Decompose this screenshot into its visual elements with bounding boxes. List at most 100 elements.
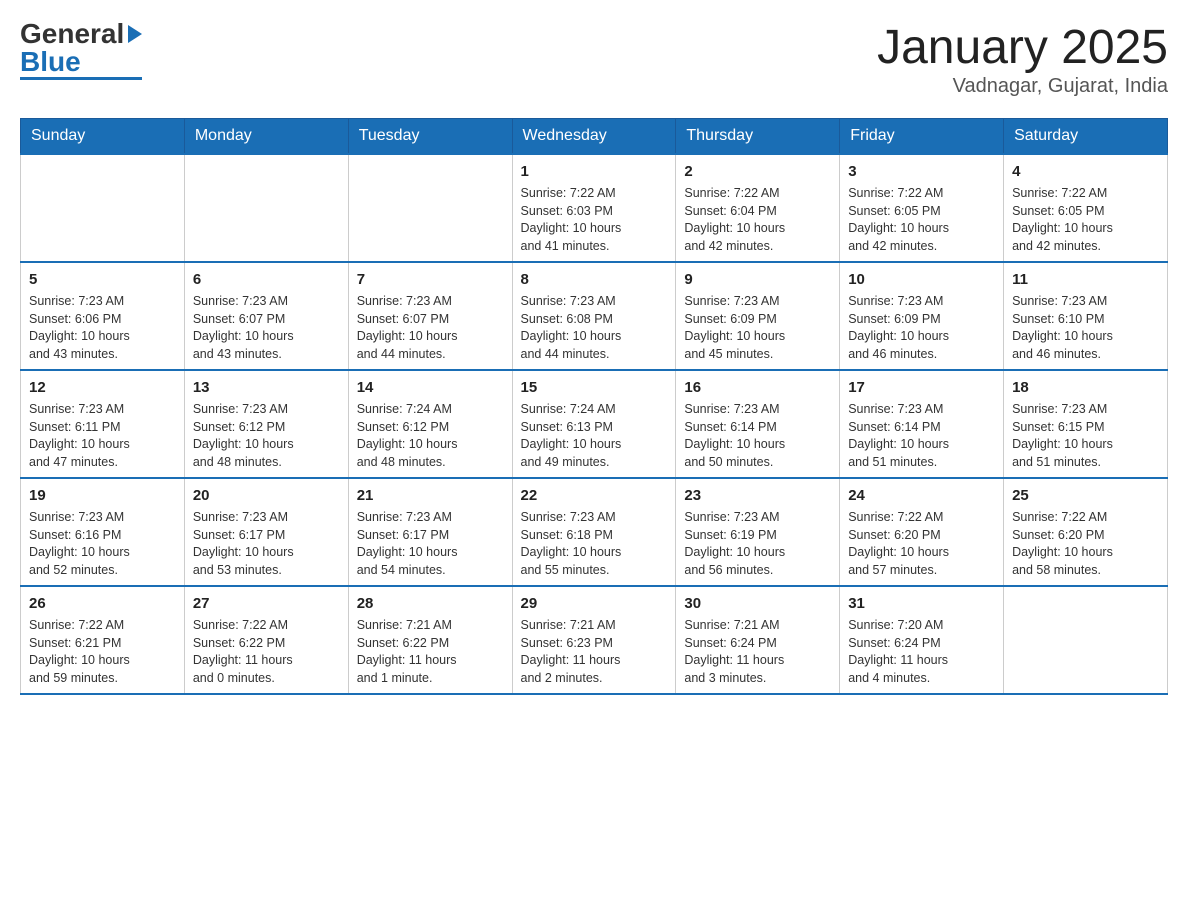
day-info: Sunrise: 7:23 AM Sunset: 6:16 PM Dayligh…	[29, 509, 176, 579]
day-info: Sunrise: 7:23 AM Sunset: 6:14 PM Dayligh…	[684, 401, 831, 471]
day-number: 4	[1012, 161, 1159, 182]
logo-blue: Blue	[20, 46, 81, 77]
day-info: Sunrise: 7:23 AM Sunset: 6:09 PM Dayligh…	[848, 293, 995, 363]
calendar-cell: 3 Sunrise: 7:22 AM Sunset: 6:05 PM Daylig…	[840, 154, 1004, 262]
day-number: 9	[684, 269, 831, 290]
calendar-cell	[348, 154, 512, 262]
day-number: 29	[521, 593, 668, 614]
day-info: Sunrise: 7:23 AM Sunset: 6:17 PM Dayligh…	[193, 509, 340, 579]
day-number: 10	[848, 269, 995, 290]
calendar-cell: 21 Sunrise: 7:23 AM Sunset: 6:17 PM Dayli…	[348, 478, 512, 586]
calendar-cell: 11Sunrise: 7:23 AM Sunset: 6:10 PM Dayli…	[1004, 262, 1168, 370]
day-number: 30	[684, 593, 831, 614]
calendar-cell: 14 Sunrise: 7:24 AM Sunset: 6:12 PM Dayli…	[348, 370, 512, 478]
page-header: General Blue January 2025 Vadnagar, Guja…	[20, 20, 1168, 98]
logo-underline	[20, 77, 142, 80]
day-info: Sunrise: 7:23 AM Sunset: 6:11 PM Dayligh…	[29, 401, 176, 471]
day-info: Sunrise: 7:23 AM Sunset: 6:15 PM Dayligh…	[1012, 401, 1159, 471]
title-section: January 2025 Vadnagar, Gujarat, India	[877, 20, 1168, 98]
day-number: 6	[193, 269, 340, 290]
calendar-cell: 13 Sunrise: 7:23 AM Sunset: 6:12 PM Dayli…	[184, 370, 348, 478]
day-info: Sunrise: 7:23 AM Sunset: 6:06 PM Dayligh…	[29, 293, 176, 363]
day-number: 13	[193, 377, 340, 398]
day-number: 11	[1012, 269, 1159, 290]
day-number: 26	[29, 593, 176, 614]
day-info: Sunrise: 7:22 AM Sunset: 6:05 PM Dayligh…	[1012, 185, 1159, 255]
day-number: 21	[357, 485, 504, 506]
calendar-cell: 17Sunrise: 7:23 AM Sunset: 6:14 PM Dayli…	[840, 370, 1004, 478]
calendar-cell: 22 Sunrise: 7:23 AM Sunset: 6:18 PM Dayli…	[512, 478, 676, 586]
day-info: Sunrise: 7:20 AM Sunset: 6:24 PM Dayligh…	[848, 617, 995, 687]
day-number: 1	[521, 161, 668, 182]
day-info: Sunrise: 7:22 AM Sunset: 6:05 PM Dayligh…	[848, 185, 995, 255]
day-info: Sunrise: 7:22 AM Sunset: 6:21 PM Dayligh…	[29, 617, 176, 687]
day-number: 19	[29, 485, 176, 506]
day-number: 5	[29, 269, 176, 290]
day-info: Sunrise: 7:22 AM Sunset: 6:22 PM Dayligh…	[193, 617, 340, 687]
day-number: 20	[193, 485, 340, 506]
calendar-cell: 5 Sunrise: 7:23 AM Sunset: 6:06 PM Daylig…	[21, 262, 185, 370]
calendar-table: SundayMondayTuesdayWednesdayThursdayFrid…	[20, 118, 1168, 695]
day-info: Sunrise: 7:23 AM Sunset: 6:19 PM Dayligh…	[684, 509, 831, 579]
day-header-sunday: Sunday	[21, 119, 185, 155]
header-row: SundayMondayTuesdayWednesdayThursdayFrid…	[21, 119, 1168, 155]
month-title: January 2025	[877, 20, 1168, 75]
day-info: Sunrise: 7:22 AM Sunset: 6:20 PM Dayligh…	[848, 509, 995, 579]
day-info: Sunrise: 7:22 AM Sunset: 6:04 PM Dayligh…	[684, 185, 831, 255]
day-info: Sunrise: 7:23 AM Sunset: 6:07 PM Dayligh…	[193, 293, 340, 363]
day-info: Sunrise: 7:23 AM Sunset: 6:17 PM Dayligh…	[357, 509, 504, 579]
calendar-cell: 16Sunrise: 7:23 AM Sunset: 6:14 PM Dayli…	[676, 370, 840, 478]
calendar-cell: 12 Sunrise: 7:23 AM Sunset: 6:11 PM Dayli…	[21, 370, 185, 478]
calendar-cell: 31Sunrise: 7:20 AM Sunset: 6:24 PM Dayli…	[840, 586, 1004, 694]
day-number: 2	[684, 161, 831, 182]
calendar-cell: 29Sunrise: 7:21 AM Sunset: 6:23 PM Dayli…	[512, 586, 676, 694]
calendar-cell: 23 Sunrise: 7:23 AM Sunset: 6:19 PM Dayli…	[676, 478, 840, 586]
day-number: 27	[193, 593, 340, 614]
day-number: 15	[521, 377, 668, 398]
week-row-5: 26 Sunrise: 7:22 AM Sunset: 6:21 PM Dayli…	[21, 586, 1168, 694]
calendar-cell: 27 Sunrise: 7:22 AM Sunset: 6:22 PM Dayli…	[184, 586, 348, 694]
day-number: 24	[848, 485, 995, 506]
day-info: Sunrise: 7:22 AM Sunset: 6:20 PM Dayligh…	[1012, 509, 1159, 579]
day-header-friday: Friday	[840, 119, 1004, 155]
calendar-cell: 1 Sunrise: 7:22 AM Sunset: 6:03 PM Daylig…	[512, 154, 676, 262]
day-info: Sunrise: 7:23 AM Sunset: 6:09 PM Dayligh…	[684, 293, 831, 363]
day-info: Sunrise: 7:24 AM Sunset: 6:13 PM Dayligh…	[521, 401, 668, 471]
logo-arrow-icon	[128, 25, 142, 43]
calendar-cell: 10 Sunrise: 7:23 AM Sunset: 6:09 PM Dayli…	[840, 262, 1004, 370]
day-number: 3	[848, 161, 995, 182]
logo: General Blue	[20, 20, 142, 80]
calendar-cell: 24 Sunrise: 7:22 AM Sunset: 6:20 PM Dayli…	[840, 478, 1004, 586]
day-header-tuesday: Tuesday	[348, 119, 512, 155]
calendar-cell: 19 Sunrise: 7:23 AM Sunset: 6:16 PM Dayli…	[21, 478, 185, 586]
calendar-cell: 2 Sunrise: 7:22 AM Sunset: 6:04 PM Daylig…	[676, 154, 840, 262]
day-number: 23	[684, 485, 831, 506]
day-number: 8	[521, 269, 668, 290]
calendar-cell: 4 Sunrise: 7:22 AM Sunset: 6:05 PM Daylig…	[1004, 154, 1168, 262]
day-number: 14	[357, 377, 504, 398]
day-info: Sunrise: 7:21 AM Sunset: 6:24 PM Dayligh…	[684, 617, 831, 687]
calendar-cell	[184, 154, 348, 262]
day-info: Sunrise: 7:22 AM Sunset: 6:03 PM Dayligh…	[521, 185, 668, 255]
calendar-cell: 8Sunrise: 7:23 AM Sunset: 6:08 PM Daylig…	[512, 262, 676, 370]
day-number: 17	[848, 377, 995, 398]
calendar-cell: 26 Sunrise: 7:22 AM Sunset: 6:21 PM Dayli…	[21, 586, 185, 694]
calendar-cell: 20 Sunrise: 7:23 AM Sunset: 6:17 PM Dayli…	[184, 478, 348, 586]
day-info: Sunrise: 7:23 AM Sunset: 6:18 PM Dayligh…	[521, 509, 668, 579]
day-info: Sunrise: 7:24 AM Sunset: 6:12 PM Dayligh…	[357, 401, 504, 471]
day-header-saturday: Saturday	[1004, 119, 1168, 155]
day-header-wednesday: Wednesday	[512, 119, 676, 155]
location-label: Vadnagar, Gujarat, India	[877, 75, 1168, 98]
day-header-thursday: Thursday	[676, 119, 840, 155]
day-number: 7	[357, 269, 504, 290]
day-number: 25	[1012, 485, 1159, 506]
calendar-cell: 6 Sunrise: 7:23 AM Sunset: 6:07 PM Daylig…	[184, 262, 348, 370]
day-number: 22	[521, 485, 668, 506]
day-number: 18	[1012, 377, 1159, 398]
day-info: Sunrise: 7:21 AM Sunset: 6:22 PM Dayligh…	[357, 617, 504, 687]
week-row-2: 5 Sunrise: 7:23 AM Sunset: 6:06 PM Daylig…	[21, 262, 1168, 370]
calendar-cell: 9 Sunrise: 7:23 AM Sunset: 6:09 PM Daylig…	[676, 262, 840, 370]
day-number: 12	[29, 377, 176, 398]
calendar-cell	[1004, 586, 1168, 694]
day-info: Sunrise: 7:23 AM Sunset: 6:12 PM Dayligh…	[193, 401, 340, 471]
